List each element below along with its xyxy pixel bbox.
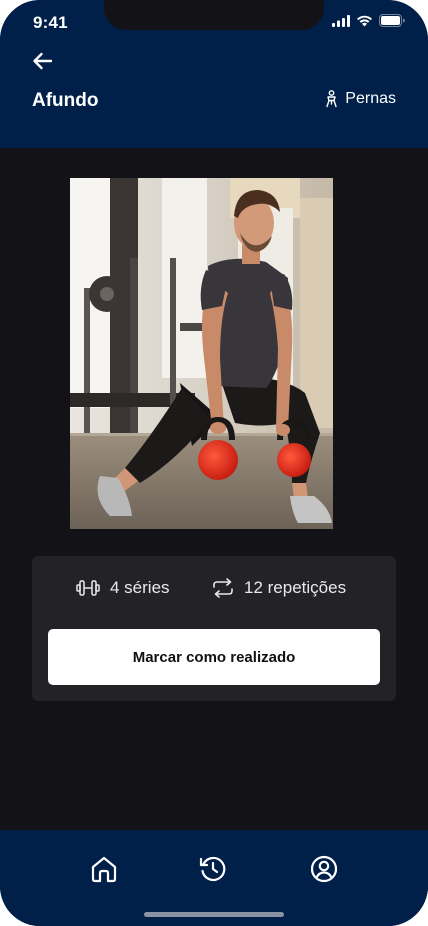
series-label: 4 séries bbox=[110, 578, 170, 597]
notch bbox=[104, 0, 324, 30]
profile-icon bbox=[310, 855, 338, 883]
mark-done-button[interactable]: Marcar como realizado bbox=[48, 629, 380, 685]
home-icon bbox=[91, 856, 117, 883]
wifi-icon bbox=[357, 15, 372, 26]
series-stat: 4 séries bbox=[76, 578, 170, 598]
nav-history[interactable] bbox=[198, 854, 228, 884]
home-indicator bbox=[144, 912, 284, 917]
reps-label: 12 repetições bbox=[244, 578, 347, 597]
nav-profile[interactable] bbox=[309, 854, 339, 884]
history-icon bbox=[199, 856, 226, 882]
arrow-left-icon bbox=[33, 52, 53, 70]
repeat-icon bbox=[213, 578, 233, 598]
reps-stat: 12 repetições bbox=[212, 578, 346, 598]
status-time: 9:41 bbox=[33, 13, 68, 32]
signal-icon bbox=[332, 14, 350, 27]
muscle-group-tag: Pernas bbox=[324, 90, 396, 108]
dumbbell-icon bbox=[76, 580, 100, 596]
page-title: Afundo bbox=[32, 90, 99, 111]
phone-screen: 9:41 Afundo Pernas 4 séries 12 repetiçõe… bbox=[0, 0, 428, 926]
nav-home[interactable] bbox=[89, 854, 119, 884]
exercise-info-card: 4 séries 12 repetições Marcar como reali… bbox=[32, 556, 396, 701]
muscle-group-label: Pernas bbox=[345, 90, 396, 107]
person-legs-icon bbox=[326, 90, 337, 108]
back-button[interactable] bbox=[30, 48, 56, 74]
status-icons bbox=[332, 14, 406, 27]
bottom-nav bbox=[0, 830, 428, 926]
battery-icon bbox=[379, 14, 405, 27]
exercise-image bbox=[70, 178, 333, 529]
header: 9:41 Afundo Pernas bbox=[0, 0, 428, 148]
